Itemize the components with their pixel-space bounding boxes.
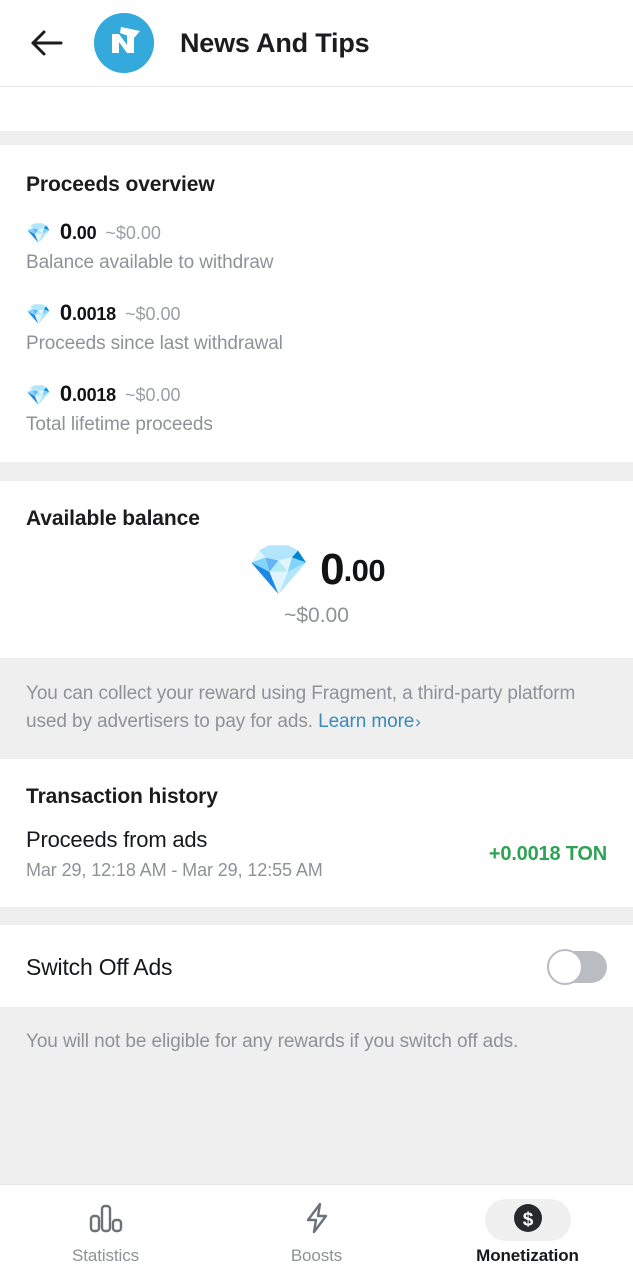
gem-icon: 💎 (248, 545, 310, 595)
fragment-info-sentence: You can collect your reward using Fragme… (26, 683, 575, 732)
monetization-screen: News And Tips Proceeds overview 💎 0 .00 … (0, 0, 633, 1280)
transaction-history-title: Transaction history (26, 785, 607, 809)
header-bottom-strip (0, 86, 633, 131)
transaction-date-range: Mar 29, 12:18 AM - Mar 29, 12:55 AM (26, 860, 323, 881)
proceeds-amount-int: 0 (60, 300, 72, 326)
proceeds-amount-usd: ~$0.00 (125, 385, 181, 406)
switch-off-ads-footnote: You will not be eligible for any rewards… (26, 1031, 607, 1053)
chevron-right-icon: › (415, 712, 421, 731)
proceeds-overview-section: Proceeds overview 💎 0 .00 ~$0.00 Balance… (0, 145, 633, 462)
arrow-left-icon (30, 29, 64, 57)
proceeds-overview-title: Proceeds overview (26, 173, 607, 197)
tab-boosts[interactable]: Boosts (211, 1199, 422, 1266)
switch-off-ads-footnote-band: You will not be eligible for any rewards… (0, 1007, 633, 1184)
fragment-info-band: You can collect your reward using Fragme… (0, 658, 633, 759)
section-divider (0, 462, 633, 481)
tab-statistics[interactable]: Statistics (0, 1199, 211, 1266)
transaction-name: Proceeds from ads (26, 827, 323, 853)
gem-icon: 💎 (26, 386, 51, 406)
table-row[interactable]: Proceeds from ads Mar 29, 12:18 AM - Mar… (26, 827, 607, 881)
lightning-bolt-icon (301, 1201, 333, 1240)
page-title: News And Tips (180, 28, 369, 59)
bottom-tabbar: Statistics Boosts $ (0, 1184, 633, 1280)
transaction-history-section: Transaction history Proceeds from ads Ma… (0, 759, 633, 907)
available-balance-section: Available balance 💎 0 .00 ~$0.00 (0, 481, 633, 658)
switch-off-ads-toggle[interactable] (547, 951, 607, 983)
switch-off-ads-section: Switch Off Ads (0, 925, 633, 1007)
back-button[interactable] (24, 20, 70, 66)
learn-more-label: Learn more (318, 711, 414, 732)
proceeds-amount-dec: .0018 (72, 385, 116, 406)
proceeds-amount-dec: .0018 (72, 304, 116, 325)
proceeds-row-label: Proceeds since last withdrawal (26, 333, 607, 355)
proceeds-row-available: 💎 0 .00 ~$0.00 Balance available to with… (26, 219, 607, 274)
learn-more-link[interactable]: Learn more› (318, 711, 421, 732)
balance-amount-int: 0 (320, 548, 343, 592)
balance-amount-usd: ~$0.00 (284, 604, 349, 628)
proceeds-amount-usd: ~$0.00 (125, 304, 181, 325)
proceeds-row-label: Balance available to withdraw (26, 252, 607, 274)
tab-label-statistics: Statistics (72, 1246, 139, 1266)
gem-icon: 💎 (26, 224, 51, 244)
dollar-circle-icon: $ (511, 1201, 545, 1240)
proceeds-amount-int: 0 (60, 381, 72, 407)
switch-off-ads-label: Switch Off Ads (26, 954, 172, 981)
proceeds-row-label: Total lifetime proceeds (26, 414, 607, 436)
tab-label-boosts: Boosts (291, 1246, 342, 1266)
fragment-info-text: You can collect your reward using Fragme… (26, 680, 607, 735)
transaction-amount: +0.0018 TON (489, 843, 607, 866)
app-header: News And Tips (0, 0, 633, 86)
tab-monetization[interactable]: $ Monetization (422, 1199, 633, 1266)
section-divider (0, 907, 633, 925)
toggle-knob (547, 949, 583, 985)
svg-text:$: $ (522, 1209, 533, 1230)
proceeds-amount-dec: .00 (72, 223, 96, 244)
gem-icon: 💎 (26, 305, 51, 325)
proceeds-row-since-withdrawal: 💎 0 .0018 ~$0.00 Proceeds since last wit… (26, 300, 607, 355)
bar-chart-icon (88, 1202, 124, 1239)
proceeds-amount-int: 0 (60, 219, 72, 245)
balance-amount-dec: .00 (344, 555, 386, 586)
proceeds-amount-usd: ~$0.00 (105, 223, 161, 244)
section-divider (0, 131, 633, 145)
proceeds-row-lifetime: 💎 0 .0018 ~$0.00 Total lifetime proceeds (26, 381, 607, 436)
channel-avatar[interactable] (94, 13, 154, 73)
tab-label-monetization: Monetization (476, 1246, 579, 1266)
available-balance-title: Available balance (26, 507, 607, 531)
channel-avatar-n-logo-icon (94, 13, 154, 73)
